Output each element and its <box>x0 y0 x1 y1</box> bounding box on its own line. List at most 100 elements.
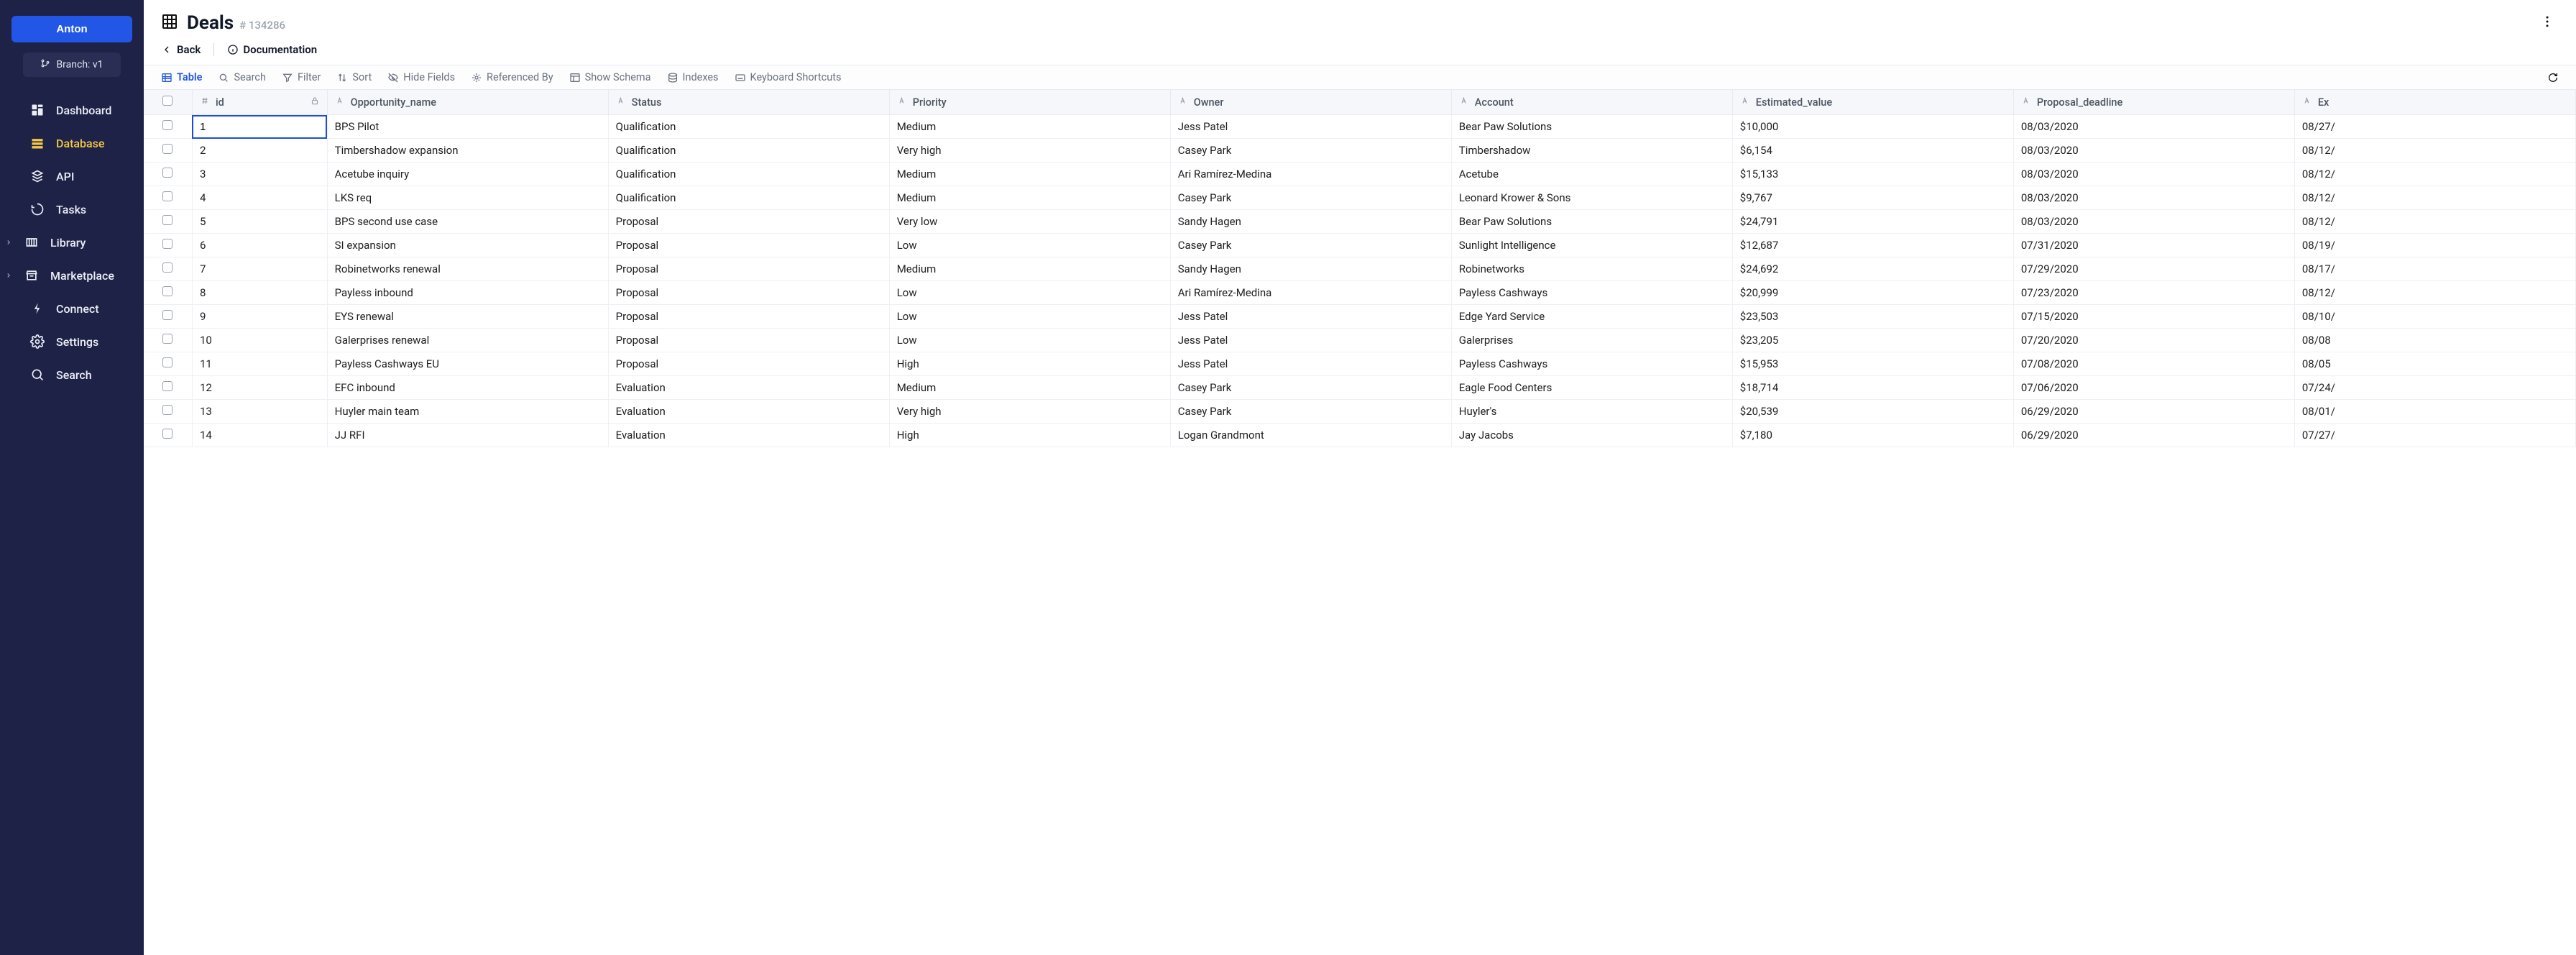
table-row[interactable]: 14JJ RFIEvaluationHighLogan GrandmontJay… <box>144 424 2576 447</box>
cell-id[interactable]: 5 <box>192 210 327 234</box>
cell-Status[interactable]: Evaluation <box>608 400 889 424</box>
cell-Proposal_deadline[interactable]: 08/03/2020 <box>2013 115 2294 139</box>
cell-Status[interactable]: Proposal <box>608 281 889 305</box>
row-select[interactable] <box>144 281 192 305</box>
cell-Account[interactable]: Edge Yard Service <box>1451 305 1732 329</box>
cell-Opportunity_name[interactable]: BPS Pilot <box>327 115 608 139</box>
cell-Status[interactable]: Qualification <box>608 163 889 186</box>
cell-Owner[interactable]: Casey Park <box>1170 186 1451 210</box>
cell-Estimated_value[interactable]: $15,953 <box>1732 352 2013 376</box>
cell-Expected_close[interactable]: 08/17/ <box>2294 257 2575 281</box>
more-menu-button[interactable] <box>2536 10 2559 36</box>
cell-Proposal_deadline[interactable]: 08/03/2020 <box>2013 186 2294 210</box>
cell-Owner[interactable]: Jess Patel <box>1170 305 1451 329</box>
cell-Owner[interactable]: Jess Patel <box>1170 115 1451 139</box>
cell-Proposal_deadline[interactable]: 07/15/2020 <box>2013 305 2294 329</box>
sidebar-item-dashboard[interactable]: Dashboard <box>0 94 144 126</box>
cell-Opportunity_name[interactable]: Payless Cashways EU <box>327 352 608 376</box>
sort-button[interactable]: Sort <box>336 71 372 83</box>
row-checkbox[interactable] <box>162 120 172 130</box>
row-select[interactable] <box>144 329 192 352</box>
cell-Owner[interactable]: Sandy Hagen <box>1170 210 1451 234</box>
cell-Proposal_deadline[interactable]: 08/03/2020 <box>2013 210 2294 234</box>
cell-Opportunity_name[interactable]: Huyler main team <box>327 400 608 424</box>
cell-Priority[interactable]: High <box>889 424 1170 447</box>
table-row[interactable]: 5BPS second use caseProposalVery lowSand… <box>144 210 2576 234</box>
workspace-button[interactable]: Anton <box>12 16 132 42</box>
cell-Expected_close[interactable]: 08/12/ <box>2294 281 2575 305</box>
cell-Opportunity_name[interactable]: Galerprises renewal <box>327 329 608 352</box>
cell-Account[interactable]: Acetube <box>1451 163 1732 186</box>
column-header-Owner[interactable]: Owner <box>1170 90 1451 115</box>
sidebar-item-connect[interactable]: Connect <box>0 293 144 324</box>
row-checkbox[interactable] <box>162 168 172 178</box>
sidebar-item-database[interactable]: Database <box>0 127 144 159</box>
cell-Opportunity_name[interactable]: EFC inbound <box>327 376 608 400</box>
cell-Status[interactable]: Proposal <box>608 257 889 281</box>
cell-Proposal_deadline[interactable]: 08/03/2020 <box>2013 139 2294 163</box>
column-header-Priority[interactable]: Priority <box>889 90 1170 115</box>
cell-Proposal_deadline[interactable]: 07/06/2020 <box>2013 376 2294 400</box>
cell-Opportunity_name[interactable]: LKS req <box>327 186 608 210</box>
cell-Opportunity_name[interactable]: Acetube inquiry <box>327 163 608 186</box>
cell-Estimated_value[interactable]: $15,133 <box>1732 163 2013 186</box>
row-select[interactable] <box>144 139 192 163</box>
cell-Status[interactable]: Qualification <box>608 115 889 139</box>
cell-Expected_close[interactable]: 08/27/ <box>2294 115 2575 139</box>
cell-id[interactable]: 12 <box>192 376 327 400</box>
row-checkbox[interactable] <box>162 405 172 415</box>
cell-Owner[interactable]: Casey Park <box>1170 139 1451 163</box>
row-checkbox[interactable] <box>162 310 172 320</box>
cell-Expected_close[interactable]: 08/08 <box>2294 329 2575 352</box>
table-row[interactable]: 4LKS reqQualificationMediumCasey ParkLeo… <box>144 186 2576 210</box>
cell-Proposal_deadline[interactable]: 06/29/2020 <box>2013 424 2294 447</box>
table-row[interactable]: 9EYS renewalProposalLowJess PatelEdge Ya… <box>144 305 2576 329</box>
cell-Priority[interactable]: Medium <box>889 376 1170 400</box>
cell-Priority[interactable]: High <box>889 352 1170 376</box>
row-select[interactable] <box>144 186 192 210</box>
column-header-Opportunity_name[interactable]: Opportunity_name <box>327 90 608 115</box>
column-header-id[interactable]: id <box>192 90 327 115</box>
cell-Account[interactable]: Leonard Krower & Sons <box>1451 186 1732 210</box>
cell-Opportunity_name[interactable]: Timbershadow expansion <box>327 139 608 163</box>
cell-Proposal_deadline[interactable]: 08/03/2020 <box>2013 163 2294 186</box>
cell-Account[interactable]: Payless Cashways <box>1451 281 1732 305</box>
cell-Expected_close[interactable]: 08/12/ <box>2294 186 2575 210</box>
branch-selector[interactable]: Branch: v1 <box>23 52 121 77</box>
row-select[interactable] <box>144 352 192 376</box>
cell-Opportunity_name[interactable]: SI expansion <box>327 234 608 257</box>
cell-Priority[interactable]: Low <box>889 329 1170 352</box>
cell-Estimated_value[interactable]: $23,503 <box>1732 305 2013 329</box>
cell-Owner[interactable]: Logan Grandmont <box>1170 424 1451 447</box>
cell-Priority[interactable]: Low <box>889 234 1170 257</box>
cell-Owner[interactable]: Casey Park <box>1170 400 1451 424</box>
cell-Expected_close[interactable]: 08/05 <box>2294 352 2575 376</box>
referenced-by-button[interactable]: Referenced By <box>471 71 553 83</box>
cell-Account[interactable]: Jay Jacobs <box>1451 424 1732 447</box>
cell-Estimated_value[interactable]: $23,205 <box>1732 329 2013 352</box>
cell-Proposal_deadline[interactable]: 07/23/2020 <box>2013 281 2294 305</box>
row-checkbox[interactable] <box>162 215 172 225</box>
sidebar-item-tasks[interactable]: Tasks <box>0 193 144 225</box>
sidebar-item-marketplace[interactable]: Marketplace <box>0 260 144 291</box>
row-checkbox[interactable] <box>162 239 172 249</box>
cell-Proposal_deadline[interactable]: 07/31/2020 <box>2013 234 2294 257</box>
sidebar-item-api[interactable]: API <box>0 160 144 192</box>
cell-Account[interactable]: Bear Paw Solutions <box>1451 115 1732 139</box>
column-header-Expected_close[interactable]: Ex <box>2294 90 2575 115</box>
documentation-link[interactable]: Documentation <box>227 43 317 56</box>
cell-id[interactable]: 13 <box>192 400 327 424</box>
cell-Status[interactable]: Proposal <box>608 234 889 257</box>
cell-Priority[interactable]: Very high <box>889 400 1170 424</box>
show-schema-button[interactable]: Show Schema <box>569 71 651 83</box>
sidebar-item-settings[interactable]: Settings <box>0 326 144 357</box>
cell-Proposal_deadline[interactable]: 07/29/2020 <box>2013 257 2294 281</box>
filter-button[interactable]: Filter <box>282 71 321 83</box>
cell-Estimated_value[interactable]: $18,714 <box>1732 376 2013 400</box>
cell-Priority[interactable]: Medium <box>889 115 1170 139</box>
cell-edit-input[interactable] <box>200 121 320 133</box>
table-row[interactable]: 10Galerprises renewalProposalLowJess Pat… <box>144 329 2576 352</box>
cell-Owner[interactable]: Ari Ramírez-Medina <box>1170 281 1451 305</box>
row-checkbox[interactable] <box>162 286 172 296</box>
cell-Expected_close[interactable]: 08/12/ <box>2294 139 2575 163</box>
